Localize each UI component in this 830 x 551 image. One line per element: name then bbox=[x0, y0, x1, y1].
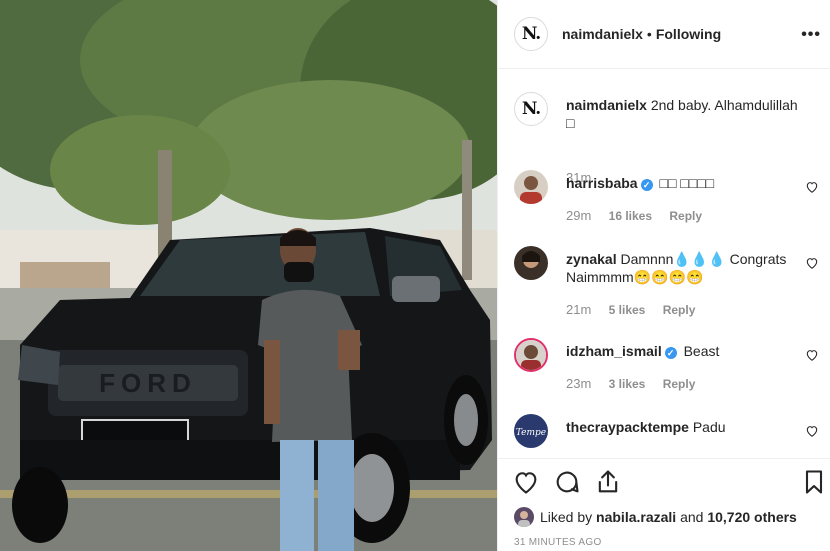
comment-username[interactable]: thecraypacktempe bbox=[566, 419, 689, 435]
post-header: N. naimdanielx • Following ••• bbox=[498, 0, 830, 69]
author-avatar[interactable]: N. bbox=[514, 17, 548, 51]
comment-item: zynakal Damnnn💧💧💧 Congrats Naimmmm😁😁😁😁 2… bbox=[514, 246, 819, 317]
comment-meta: 21m 5 likes Reply bbox=[566, 302, 695, 317]
svg-text:Tempe: Tempe bbox=[516, 428, 546, 438]
comment-time: 29m bbox=[566, 208, 592, 223]
liked-by-user[interactable]: nabila.razali bbox=[596, 509, 676, 525]
comment-time: 21m bbox=[566, 302, 592, 317]
comment-text: Padu bbox=[692, 419, 726, 435]
reply-button[interactable]: Reply bbox=[663, 377, 696, 391]
comment-text-block: harrisbaba ✓ □□ □□□□ bbox=[566, 174, 788, 192]
comment-username[interactable]: idzham_ismail bbox=[566, 343, 662, 359]
liked-by-row: Liked by nabila.razali and 10,720 others bbox=[514, 507, 797, 527]
post-side-panel: N. naimdanielx • Following ••• N. naimda… bbox=[497, 0, 830, 551]
verified-badge-icon: ✓ bbox=[640, 179, 653, 191]
comment-item: Tempe thecraypacktempe Padu bbox=[514, 414, 819, 458]
comment-text-block: thecraypacktempe Padu bbox=[566, 418, 788, 436]
comments-list[interactable]: N. naimdanielx 2nd baby. Alhamdulillah □… bbox=[498, 70, 830, 458]
post-actions: Liked by nabila.razali and 10,720 others… bbox=[498, 458, 830, 551]
comment-likes[interactable]: 3 likes bbox=[609, 377, 646, 391]
liked-by-suffix: and bbox=[680, 509, 704, 525]
reply-button[interactable]: Reply bbox=[663, 303, 696, 317]
like-comment-heart-icon[interactable] bbox=[805, 180, 819, 194]
comment-item: idzham_ismail ✓ Beast 23m 3 likes Reply bbox=[514, 338, 819, 398]
verified-badge-icon: ✓ bbox=[664, 347, 677, 359]
caption-avatar[interactable]: N. bbox=[514, 92, 548, 126]
caption-text: 2nd baby. Alhamdulillah bbox=[650, 97, 798, 113]
comment-username[interactable]: harrisbaba bbox=[566, 175, 638, 191]
share-icon[interactable] bbox=[594, 468, 622, 496]
like-comment-heart-icon[interactable] bbox=[805, 348, 819, 362]
caption-avatar-glyph: N. bbox=[521, 99, 541, 119]
like-comment-heart-icon[interactable] bbox=[805, 424, 819, 438]
caption-text-block: naimdanielx 2nd baby. Alhamdulillah □ bbox=[566, 96, 816, 132]
post-photo[interactable]: FORD bbox=[0, 0, 497, 551]
reply-button[interactable]: Reply bbox=[669, 209, 702, 223]
comment-item: harrisbaba ✓ □□ □□□□ 29m 16 likes Reply bbox=[514, 170, 819, 230]
liker-avatar[interactable] bbox=[514, 507, 534, 527]
commenter-avatar[interactable] bbox=[514, 170, 548, 204]
following-button[interactable]: Following bbox=[656, 26, 721, 42]
caption-username[interactable]: naimdanielx bbox=[566, 97, 647, 113]
comment-meta: 23m 3 likes Reply bbox=[566, 376, 695, 391]
header-separator: • bbox=[646, 26, 652, 42]
bookmark-icon[interactable] bbox=[800, 468, 828, 496]
comment-text-block: idzham_ismail ✓ Beast bbox=[566, 342, 788, 360]
commenter-avatar[interactable]: Tempe bbox=[514, 414, 548, 448]
comment-text: □□ □□□□ bbox=[659, 175, 715, 191]
heart-icon[interactable] bbox=[512, 468, 540, 496]
more-options-icon[interactable]: ••• bbox=[801, 26, 821, 44]
comment-meta: 29m 16 likes Reply bbox=[566, 208, 702, 223]
comment-username[interactable]: zynakal bbox=[566, 251, 617, 267]
commenter-avatar[interactable] bbox=[514, 246, 548, 280]
comment-likes[interactable]: 16 likes bbox=[609, 209, 652, 223]
author-username[interactable]: naimdanielx bbox=[562, 26, 643, 42]
comment-icon[interactable] bbox=[553, 468, 581, 496]
comment-time: 23m bbox=[566, 376, 592, 391]
caption-second-line: □ bbox=[566, 115, 575, 131]
comment-text-block: zynakal Damnnn💧💧💧 Congrats Naimmmm😁😁😁😁 bbox=[566, 250, 788, 286]
commenter-avatar[interactable] bbox=[514, 338, 548, 372]
avatar-glyph: N. bbox=[521, 24, 541, 44]
photo-scene: FORD bbox=[0, 0, 497, 551]
grille-brand-text: FORD bbox=[99, 368, 197, 398]
comment-likes[interactable]: 5 likes bbox=[609, 303, 646, 317]
liked-by-count[interactable]: 10,720 others bbox=[707, 509, 797, 525]
comment-text: Beast bbox=[683, 343, 720, 359]
like-comment-heart-icon[interactable] bbox=[805, 256, 819, 270]
post-timestamp[interactable]: 31 MINUTES AGO bbox=[514, 537, 602, 548]
liked-by-prefix: Liked by bbox=[540, 509, 593, 525]
